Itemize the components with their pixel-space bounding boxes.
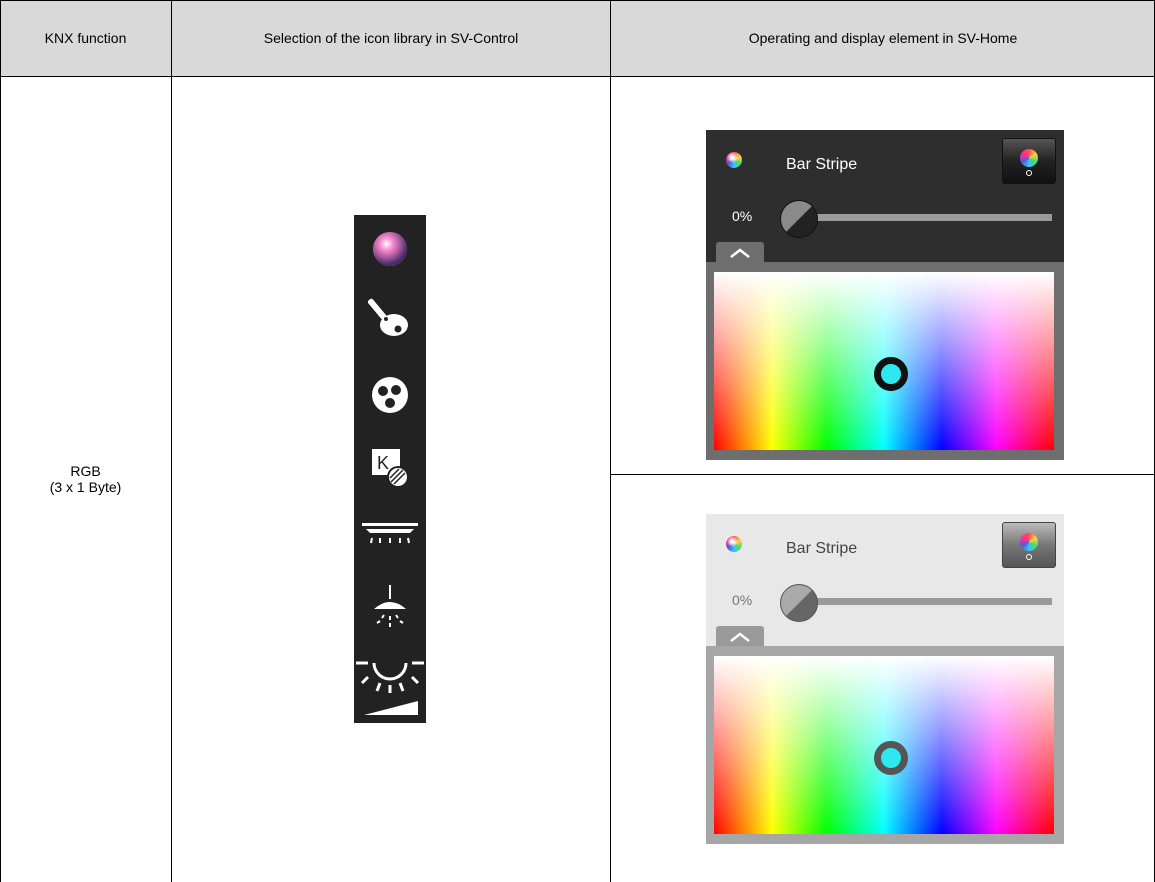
chevron-up-icon — [730, 632, 750, 642]
header-cell-sv-home: Operating and display element in SV-Home — [611, 0, 1155, 76]
header-knx-function: KNX function — [44, 30, 127, 46]
brightness-slider-knob[interactable] — [780, 584, 818, 622]
color-picker-button[interactable] — [1002, 138, 1056, 184]
sv-home-widget-dark: Bar Stripe 0% — [706, 130, 1064, 460]
table-border-header — [0, 76, 1155, 77]
color-spectrum[interactable] — [714, 272, 1054, 450]
header-cell-knx-function: KNX function — [0, 0, 171, 76]
table-border-sv-home-split — [610, 474, 1155, 475]
color-dot-icon — [726, 152, 742, 168]
dimmer-light-icon[interactable] — [354, 655, 426, 719]
header-cell-icon-library: Selection of the icon library in SV-Cont… — [172, 0, 610, 76]
brightness-percent: 0% — [732, 208, 753, 224]
brightness-percent: 0% — [732, 592, 753, 608]
brightness-slider-track[interactable] — [802, 214, 1052, 221]
indicator-ring-icon — [1026, 554, 1032, 560]
color-picker-button[interactable] — [1002, 522, 1056, 568]
chevron-up-icon — [730, 248, 750, 258]
svg-text:K: K — [377, 453, 389, 473]
kelvin-contrast-icon[interactable]: K — [354, 445, 426, 489]
collapse-tab[interactable] — [716, 626, 764, 648]
table-border-col2 — [610, 0, 611, 882]
color-wheel-icon[interactable] — [354, 229, 426, 269]
color-field-frame — [706, 646, 1064, 844]
knx-function-label: RGB (3 x 1 Byte) — [0, 463, 171, 495]
color-spectrum[interactable] — [714, 656, 1054, 834]
knx-function-size: (3 x 1 Byte) — [49, 479, 122, 495]
pendant-lamp-icon[interactable] — [354, 583, 426, 631]
widget-title: Bar Stripe — [786, 540, 858, 557]
icon-library-strip: K — [354, 215, 426, 723]
paint-brush-palette-icon[interactable] — [354, 295, 426, 339]
sv-home-widget-light: Bar Stripe 0% — [706, 514, 1064, 844]
header-sv-home: Operating and display element in SV-Home — [748, 30, 1018, 46]
table-border-top — [0, 0, 1155, 1]
color-ball-icon — [1020, 149, 1038, 167]
color-picker-handle[interactable] — [874, 357, 908, 391]
table-border-col1 — [171, 0, 172, 882]
brightness-slider-knob[interactable] — [780, 200, 818, 238]
color-dots-icon[interactable] — [354, 375, 426, 415]
table-border-left — [0, 0, 1, 882]
color-dot-icon — [726, 536, 742, 552]
header-icon-library: Selection of the icon library in SV-Cont… — [263, 30, 519, 46]
color-ball-icon — [1020, 533, 1038, 551]
brightness-slider-track[interactable] — [802, 598, 1052, 605]
widget-title: Bar Stripe — [786, 156, 858, 173]
color-field-frame — [706, 262, 1064, 460]
collapse-tab[interactable] — [716, 242, 764, 264]
indicator-ring-icon — [1026, 170, 1032, 176]
knx-function-type: RGB — [70, 463, 101, 479]
ceiling-light-icon[interactable] — [354, 519, 426, 547]
color-picker-handle[interactable] — [874, 741, 908, 775]
